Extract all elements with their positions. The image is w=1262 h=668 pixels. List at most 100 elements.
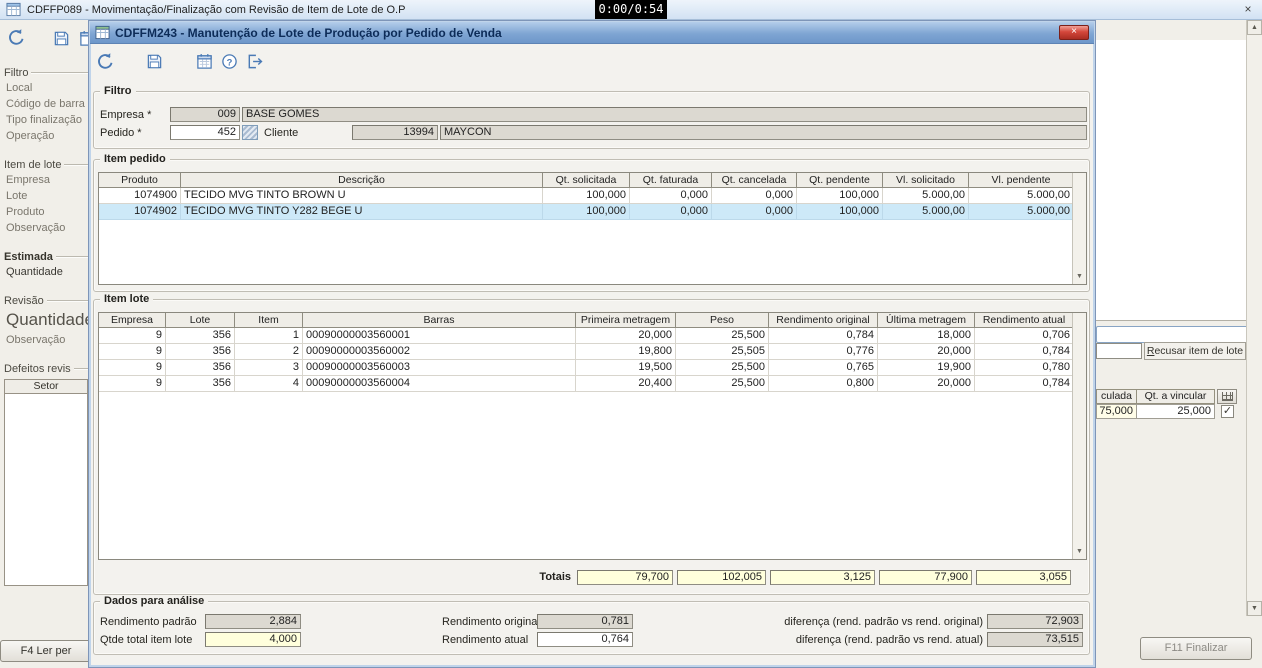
table-cell: 356 — [166, 328, 235, 344]
qtde-total-field[interactable]: 4,000 — [205, 632, 301, 647]
dialog-close-button[interactable]: × — [1059, 25, 1089, 40]
sidebar-group-header: Estimada — [4, 250, 88, 264]
table-cell: 0,800 — [769, 376, 878, 392]
undo-icon[interactable] — [96, 52, 115, 74]
column-header[interactable]: Empresa — [99, 313, 166, 328]
table-row[interactable]: 9 356 4 00090000003560004 20,400 25,500 0,800 2… — [99, 376, 1086, 392]
item-pedido-scrollbar[interactable]: ▼ — [1072, 173, 1086, 284]
screen: CDFFP089 - Movimentação/Finalização com … — [0, 0, 1262, 668]
undo-icon[interactable] — [7, 28, 26, 50]
item-pedido-groupbox: Item pedido ▼ Produto Descrição Qt. solici… — [93, 153, 1090, 292]
sidebar-field-label: Lote — [6, 190, 28, 202]
bg-close-icon[interactable]: × — [1240, 2, 1256, 17]
column-header[interactable]: Qt. solicitada — [543, 173, 630, 188]
sidebar-field-label: Código de barra — [6, 98, 85, 110]
column-header[interactable]: Última metragem — [878, 313, 975, 328]
bg-right-combobox[interactable] — [1096, 326, 1248, 343]
column-header[interactable]: Qt. cancelada — [712, 173, 797, 188]
sidebar-field-label: Produto — [6, 206, 45, 218]
table-cell: 3 — [235, 360, 303, 376]
table-cell: 1074900 — [99, 188, 181, 204]
column-header[interactable]: Barras — [303, 313, 576, 328]
column-header[interactable]: Item — [235, 313, 303, 328]
column-header[interactable]: Qt. faturada — [630, 173, 712, 188]
table-row[interactable]: 9 356 3 00090000003560003 19,500 25,500 0,765 1… — [99, 360, 1086, 376]
f4-ler-button[interactable]: F4 Ler per — [0, 640, 92, 662]
table-cell: TECIDO MVG TINTO BROWN U — [181, 188, 543, 204]
totals-field: 77,900 — [879, 570, 972, 585]
diferenca-original-label: diferença (rend. padrão vs rend. origina… — [784, 616, 983, 628]
column-header[interactable]: Peso — [676, 313, 769, 328]
column-header[interactable]: Vl. pendente — [969, 173, 1074, 188]
table-cell: 356 — [166, 376, 235, 392]
save-icon[interactable] — [146, 53, 163, 73]
scroll-down-icon[interactable]: ▼ — [1247, 601, 1262, 616]
save-icon[interactable] — [53, 30, 70, 50]
calendar-icon[interactable] — [196, 53, 213, 73]
grid-options-button[interactable] — [1217, 389, 1237, 404]
column-header-vinculada[interactable]: culada — [1096, 389, 1137, 404]
item-lote-groupbox: Item lote ▼ Empresa Lote Item Barras Primeir… — [93, 293, 1090, 595]
table-cell: 9 — [99, 344, 166, 360]
rendimento-atual-field[interactable]: 0,764 — [537, 632, 633, 647]
filtro-legend: Filtro — [100, 85, 136, 97]
item-pedido-table: ▼ Produto Descrição Qt. solicitada Qt. fatu… — [98, 172, 1087, 285]
totals-field: 3,125 — [770, 570, 875, 585]
column-header[interactable]: Rendimento original — [769, 313, 878, 328]
column-header[interactable]: Primeira metragem — [576, 313, 676, 328]
grid-icon — [1222, 392, 1233, 401]
table-row[interactable]: 9 356 2 00090000003560002 19,800 25,505 0,776 2… — [99, 344, 1086, 360]
scroll-down-icon[interactable]: ▼ — [1073, 271, 1086, 284]
column-header[interactable]: Rendimento atual — [975, 313, 1074, 328]
table-cell: 100,000 — [797, 204, 883, 220]
scroll-down-icon[interactable]: ▼ — [1073, 546, 1086, 559]
item-lote-scrollbar[interactable]: ▼ — [1072, 313, 1086, 559]
scroll-up-icon[interactable]: ▲ — [1247, 20, 1262, 35]
sidebar-group-header: Defeitos revis — [4, 362, 88, 376]
column-header[interactable]: Qt. pendente — [797, 173, 883, 188]
dialog-titlebar[interactable]: CDFFM243 - Manutenção de Lote de Produçã… — [90, 22, 1094, 44]
vincular-checkbox[interactable]: ✓ — [1221, 405, 1234, 418]
column-header-qt-a-vincular[interactable]: Qt. a vincular — [1136, 389, 1215, 404]
cliente-label: Cliente — [264, 127, 299, 139]
lookup-button[interactable] — [242, 125, 258, 140]
table-cell: 0,000 — [712, 204, 797, 220]
table-cell: 00090000003560004 — [303, 376, 576, 392]
column-header[interactable]: Produto — [99, 173, 181, 188]
table-cell: 5.000,00 — [969, 204, 1074, 220]
column-header[interactable]: Lote — [166, 313, 235, 328]
table-cell: 25,500 — [676, 360, 769, 376]
exit-icon[interactable] — [246, 53, 263, 73]
pedido-field[interactable]: 452 — [170, 125, 240, 140]
table-cell: 5.000,00 — [883, 204, 969, 220]
table-row[interactable]: 1074900 TECIDO MVG TINTO BROWN U 100,000 0,… — [99, 188, 1086, 204]
table-cell: 1074902 — [99, 204, 181, 220]
recusar-item-lote-button[interactable]: Recusar item de lote — [1144, 342, 1246, 360]
bg-right-input[interactable] — [1096, 343, 1142, 359]
qt-a-vincular-cell[interactable]: 25,000 — [1136, 404, 1215, 419]
table-cell: 25,505 — [676, 344, 769, 360]
table-cell: 00090000003560001 — [303, 328, 576, 344]
divider — [64, 164, 88, 166]
totals-field: 79,700 — [577, 570, 673, 585]
vertical-scrollbar[interactable]: ▲ ▼ — [1246, 20, 1262, 616]
defects-list[interactable] — [4, 394, 88, 586]
table-cell: 100,000 — [543, 188, 630, 204]
item-pedido-legend: Item pedido — [100, 153, 170, 165]
table-row[interactable]: 9 356 1 00090000003560001 20,000 25,500 0,784 1… — [99, 328, 1086, 344]
table-cell: 25,500 — [676, 376, 769, 392]
svg-text:?: ? — [227, 57, 233, 68]
sidebar-field-label: Quantidade — [6, 310, 88, 329]
table-cell: 19,900 — [878, 360, 975, 376]
sidebar-field-label: Local — [6, 82, 33, 94]
help-icon[interactable]: ? — [221, 53, 238, 73]
f11-finalizar-button[interactable]: F11 Finalizar — [1140, 637, 1252, 660]
column-header[interactable]: Vl. solicitado — [883, 173, 969, 188]
table-cell: 18,000 — [878, 328, 975, 344]
empresa-name-field: BASE GOMES — [242, 107, 1087, 122]
table-cell: 20,000 — [878, 344, 975, 360]
table-row[interactable]: 1074902 TECIDO MVG TINTO Y282 BEGE U 100,0… — [99, 204, 1086, 220]
defects-column-header-setor[interactable]: Setor — [4, 379, 88, 394]
column-header[interactable]: Descrição — [181, 173, 543, 188]
totals-field: 102,005 — [677, 570, 766, 585]
